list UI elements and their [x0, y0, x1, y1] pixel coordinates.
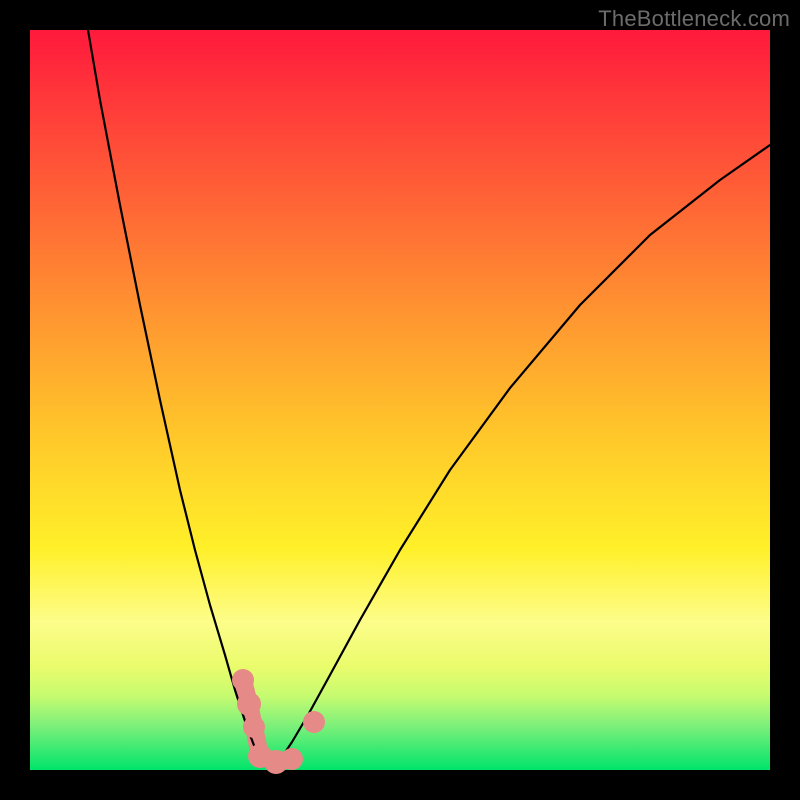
data-marker: [243, 716, 265, 738]
watermark-text: TheBottleneck.com: [598, 6, 790, 32]
data-marker: [237, 692, 261, 716]
marker-group: [232, 669, 325, 774]
curve-left-branch: [88, 30, 270, 770]
data-marker: [303, 711, 325, 733]
curve-right-branch: [270, 145, 770, 770]
plot-svg: [30, 30, 770, 770]
data-marker: [232, 669, 254, 691]
data-marker: [281, 748, 303, 770]
chart-frame: TheBottleneck.com: [0, 0, 800, 800]
